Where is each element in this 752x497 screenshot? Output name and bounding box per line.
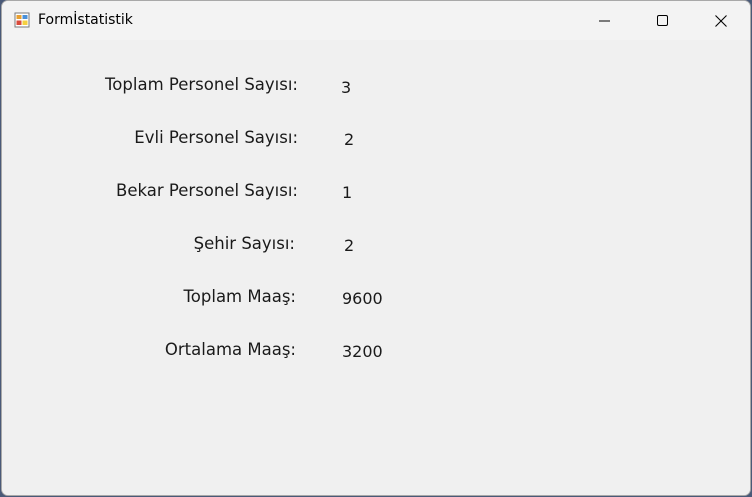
average-salary-label: Ortalama Maaş:	[164, 340, 296, 359]
total-salary-value: 9600	[342, 289, 383, 308]
married-personnel-label: Evli Personel Sayısı:	[134, 128, 298, 147]
maximize-icon	[657, 14, 668, 26]
close-button[interactable]	[692, 1, 750, 40]
total-personnel-value: 3	[341, 78, 352, 97]
title-bar[interactable]: Formİstatistik	[2, 1, 750, 40]
maximize-button[interactable]	[634, 1, 692, 40]
form-window: Formİstatistik Toplam Personel Sayısı: 3…	[1, 0, 751, 496]
single-personnel-value: 1	[342, 183, 353, 202]
window-title: Formİstatistik	[38, 12, 133, 28]
married-personnel-value: 2	[344, 130, 355, 149]
total-personnel-label: Toplam Personel Sayısı:	[105, 75, 298, 94]
city-count-value: 2	[344, 236, 355, 255]
city-count-label: Şehir Sayısı:	[193, 234, 295, 253]
close-icon	[715, 14, 727, 27]
minimize-button[interactable]	[576, 1, 634, 40]
single-personnel-label: Bekar Personel Sayısı:	[116, 181, 298, 200]
total-salary-label: Toplam Maaş:	[183, 287, 296, 306]
average-salary-value: 3200	[342, 342, 383, 361]
app-icon	[14, 12, 30, 28]
form-content: Toplam Personel Sayısı: 3 Evli Personel …	[2, 40, 750, 495]
minimize-icon	[599, 20, 610, 21]
